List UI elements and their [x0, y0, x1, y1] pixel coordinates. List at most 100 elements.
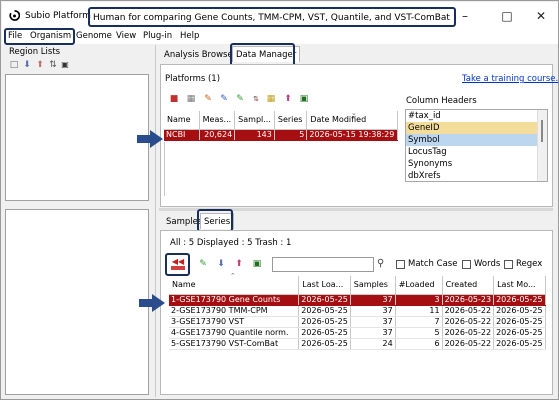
- series-counts: All : 5 Displayed : 5 Trash : 1: [170, 238, 292, 248]
- cell-last-loaded: 2026-05-25: [298, 338, 351, 350]
- cell-loaded: 7: [395, 316, 443, 328]
- column-header-item[interactable]: Synonyms: [406, 158, 547, 170]
- region-lists-panel: [5, 74, 149, 201]
- menu-view[interactable]: View: [116, 31, 136, 41]
- cell-series: 5: [274, 129, 308, 141]
- move-down-icon[interactable]: ⬇: [22, 60, 32, 70]
- column-header-last-modified[interactable]: Last Mo...: [493, 276, 546, 295]
- column-headers-scrollbar[interactable]: [537, 110, 547, 181]
- table-icon[interactable]: ▦: [266, 94, 276, 104]
- edit-icon[interactable]: ✎: [203, 94, 213, 104]
- cell-samples: 143: [234, 129, 275, 141]
- column-header-last-loaded[interactable]: Last Loa...: [298, 276, 351, 295]
- platforms-table-empty-area: [164, 142, 398, 196]
- column-headers-list: #tax_id GeneID Symbol LocusTag Synonyms …: [405, 109, 548, 182]
- cell-samples: 24: [350, 338, 396, 350]
- column-header-item[interactable]: GeneID: [406, 122, 547, 134]
- platforms-toolbar: ■ ▦ ✎ ✎ ✎ ⇅ ▦ ⬆ ▣: [167, 94, 337, 106]
- cell-name: 2-GSE173790 TMM-CPM: [169, 305, 300, 317]
- platforms-title: Platforms (1): [165, 74, 221, 84]
- cell-last-loaded: 2026-05-25: [298, 316, 351, 328]
- trash-series-icon[interactable]: ▣: [252, 259, 262, 269]
- maximize-button[interactable]: □: [492, 6, 522, 26]
- column-header-item[interactable]: dbXrefs: [406, 170, 547, 181]
- close-button[interactable]: ✕: [526, 6, 556, 26]
- table-row[interactable]: NCBI 20,624 143 5 2026-05-15 19:38:29: [164, 129, 398, 141]
- import-platform-icon[interactable]: ■: [169, 94, 179, 104]
- edit-green-icon[interactable]: ✎: [235, 94, 245, 104]
- cell-samples: 37: [350, 316, 396, 328]
- series-sort-indicator-icon: ⌃: [230, 272, 236, 280]
- training-link[interactable]: Take a training course.: [462, 74, 558, 84]
- vertical-splitter[interactable]: [155, 45, 156, 397]
- move-up-icon[interactable]: ⬆: [35, 60, 45, 70]
- column-header-name[interactable]: Name: [164, 111, 200, 130]
- table-row[interactable]: 1-GSE173790 Gene Counts 2026-05-25 37 3 …: [169, 294, 546, 306]
- cell-loaded: 11: [395, 305, 443, 317]
- words-checkbox[interactable]: [462, 260, 471, 269]
- search-input[interactable]: [272, 257, 374, 272]
- new-list-icon[interactable]: □: [9, 60, 19, 70]
- column-header-loaded[interactable]: #Loaded: [395, 276, 443, 295]
- column-header-item[interactable]: LocusTag: [406, 146, 547, 158]
- minimize-button[interactable]: –: [450, 6, 480, 26]
- sort-series-button[interactable]: ◀◀: [169, 257, 187, 272]
- table-row[interactable]: 3-GSE173790 VST 2026-05-25 37 7 2026-05-…: [169, 316, 546, 328]
- match-case-checkbox[interactable]: [396, 260, 405, 269]
- platform-row-arrow-icon: [137, 130, 163, 148]
- table-row[interactable]: 4-GSE173790 Quantile norm. 2026-05-25 37…: [169, 327, 546, 339]
- cell-name: 1-GSE173790 Gene Counts: [169, 294, 300, 306]
- column-headers-title: Column Headers: [406, 96, 477, 106]
- cell-name: 3-GSE173790 VST: [169, 316, 300, 328]
- edit-series-icon[interactable]: ✎: [198, 259, 208, 269]
- menu-plugin[interactable]: Plug-in: [143, 31, 172, 41]
- column-header-item[interactable]: Symbol: [406, 134, 547, 146]
- sort-indicator-icon: ⌄: [351, 109, 357, 117]
- series-table: Name Last Loa... Samples #Loaded Created…: [169, 276, 546, 350]
- trash-icon[interactable]: ▣: [60, 60, 70, 70]
- move-down-series-icon[interactable]: ⬇: [216, 259, 226, 269]
- words-label: Words: [474, 259, 501, 269]
- search-icon[interactable]: ⚲: [377, 258, 384, 269]
- column-header-created[interactable]: Created: [442, 276, 495, 295]
- series-highlight-box: [197, 209, 233, 232]
- cell-loaded: 5: [395, 327, 443, 339]
- move-up-pink-icon[interactable]: ⬆: [283, 94, 293, 104]
- match-case-label: Match Case: [408, 259, 458, 269]
- left-lower-panel: [5, 209, 149, 395]
- subio-logo-icon: [9, 10, 20, 21]
- column-header-series[interactable]: Series: [274, 111, 308, 130]
- edit-blue-icon[interactable]: ✎: [219, 94, 229, 104]
- table-row[interactable]: 5-GSE173790 VST-ComBat 2026-05-25 24 6 2…: [169, 338, 546, 350]
- column-header-item[interactable]: #tax_id: [406, 110, 547, 122]
- menu-help[interactable]: Help: [180, 31, 199, 41]
- sort-icon[interactable]: ⇅: [48, 60, 58, 70]
- sort-order-icon: ◀◀: [171, 257, 185, 266]
- cell-name: 4-GSE173790 Quantile norm.: [169, 327, 300, 339]
- cell-samples: 37: [350, 294, 396, 306]
- regex-checkbox[interactable]: [504, 260, 513, 269]
- table-row[interactable]: 2-GSE173790 TMM-CPM 2026-05-25 37 11 202…: [169, 305, 546, 317]
- cell-last-modified: 2026-05-25: [493, 338, 546, 350]
- title-bar: Subio Platform Human for comparing Gene …: [2, 2, 558, 30]
- column-header-samples[interactable]: Samples: [350, 276, 396, 295]
- tab-analysis-browser[interactable]: Analysis Browser: [164, 50, 236, 60]
- trash-green-icon[interactable]: ▣: [299, 94, 309, 104]
- export-platform-icon[interactable]: ▦: [186, 94, 196, 104]
- cell-samples: 37: [350, 327, 396, 339]
- cell-created: 2026-05-22: [442, 316, 495, 328]
- cell-last-modified: 2026-05-25: [493, 327, 546, 339]
- cell-last-loaded: 2026-05-25: [298, 294, 351, 306]
- platforms-table: Name Meas... Sampl... Series Date Modifi…: [164, 111, 398, 141]
- cell-loaded: 3: [395, 294, 443, 306]
- cell-created: 2026-05-22: [442, 338, 495, 350]
- cell-name: 5-GSE173790 VST-ComBat: [169, 338, 300, 350]
- column-header-measurements[interactable]: Meas...: [199, 111, 236, 130]
- column-header-samples[interactable]: Sampl...: [234, 111, 275, 130]
- menu-genome[interactable]: Genome: [76, 31, 112, 41]
- cell-created: 2026-05-23: [442, 294, 495, 306]
- move-up-series-icon[interactable]: ⬆: [234, 259, 244, 269]
- sort-order-badge-icon: [171, 266, 185, 270]
- menu-bar: File Organism Genome View Plug-in Help: [2, 30, 558, 44]
- sort-columns-icon[interactable]: ⇅: [251, 94, 261, 104]
